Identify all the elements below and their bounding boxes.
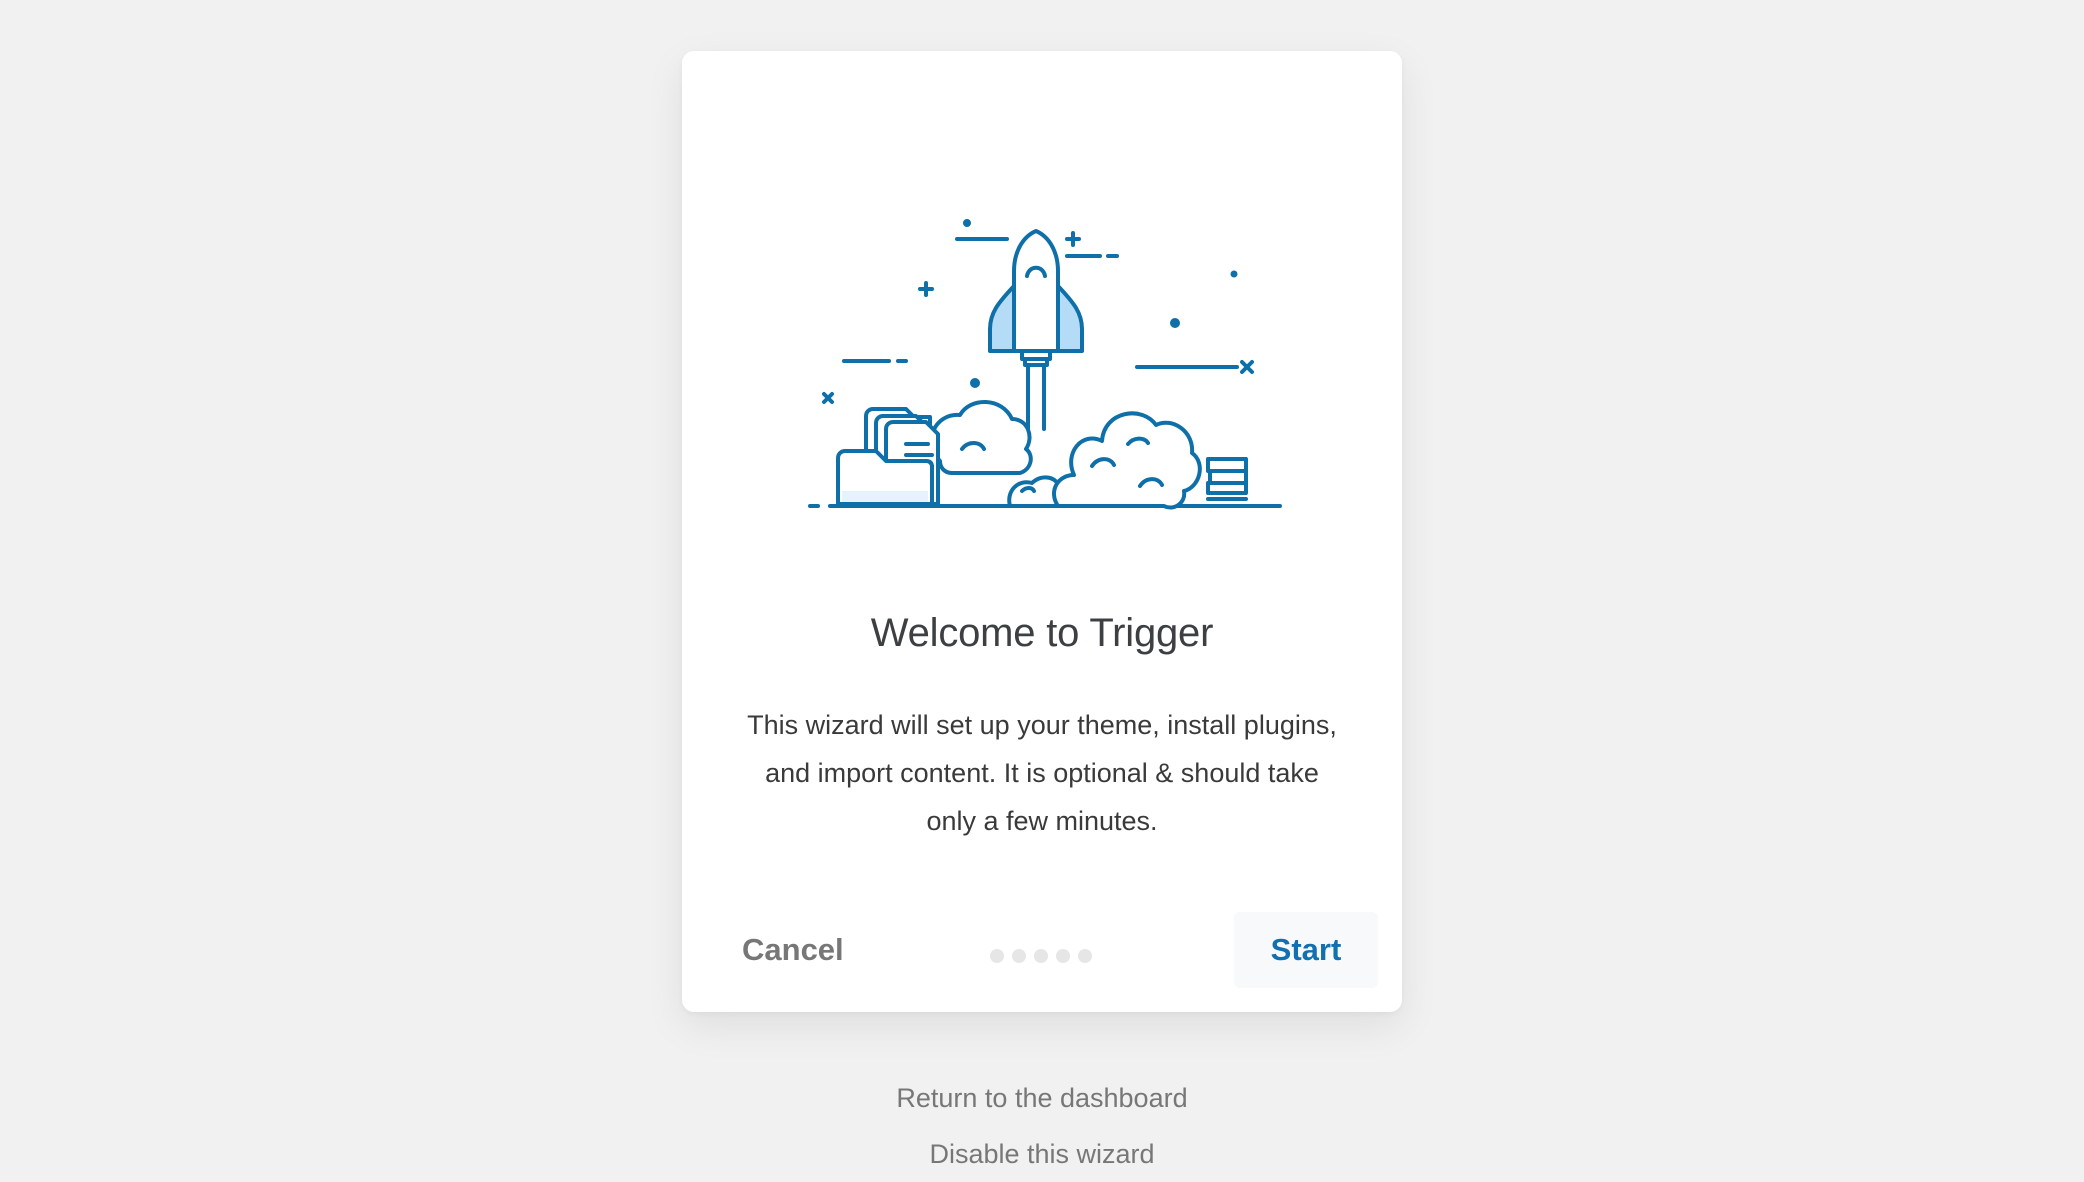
step-dot bbox=[1078, 949, 1092, 963]
wizard-title: Welcome to Trigger bbox=[870, 611, 1214, 655]
secondary-links: Return to the dashboard Disable this wiz… bbox=[0, 1070, 2084, 1182]
books-icon bbox=[1206, 457, 1248, 501]
rocket-icon bbox=[988, 229, 1084, 431]
step-indicator bbox=[990, 949, 1092, 963]
rocket-launch-illustration bbox=[808, 219, 1282, 510]
return-to-dashboard-link[interactable]: Return to the dashboard bbox=[0, 1070, 2084, 1126]
disable-wizard-link[interactable]: Disable this wizard bbox=[0, 1126, 2084, 1182]
step-dot bbox=[990, 949, 1004, 963]
wizard-description: This wizard will set up your theme, inst… bbox=[747, 710, 1337, 836]
folder-icon bbox=[836, 407, 940, 506]
smoke-clouds bbox=[929, 400, 1202, 510]
start-button[interactable]: Start bbox=[1234, 912, 1378, 988]
cancel-button[interactable]: Cancel bbox=[742, 920, 844, 980]
step-dot bbox=[1056, 949, 1070, 963]
step-dot bbox=[1012, 949, 1026, 963]
wizard-footer: Cancel Start bbox=[682, 902, 1402, 1012]
wizard-card: Welcome to Trigger This wizard will set … bbox=[682, 51, 1402, 1012]
step-dot bbox=[1034, 949, 1048, 963]
